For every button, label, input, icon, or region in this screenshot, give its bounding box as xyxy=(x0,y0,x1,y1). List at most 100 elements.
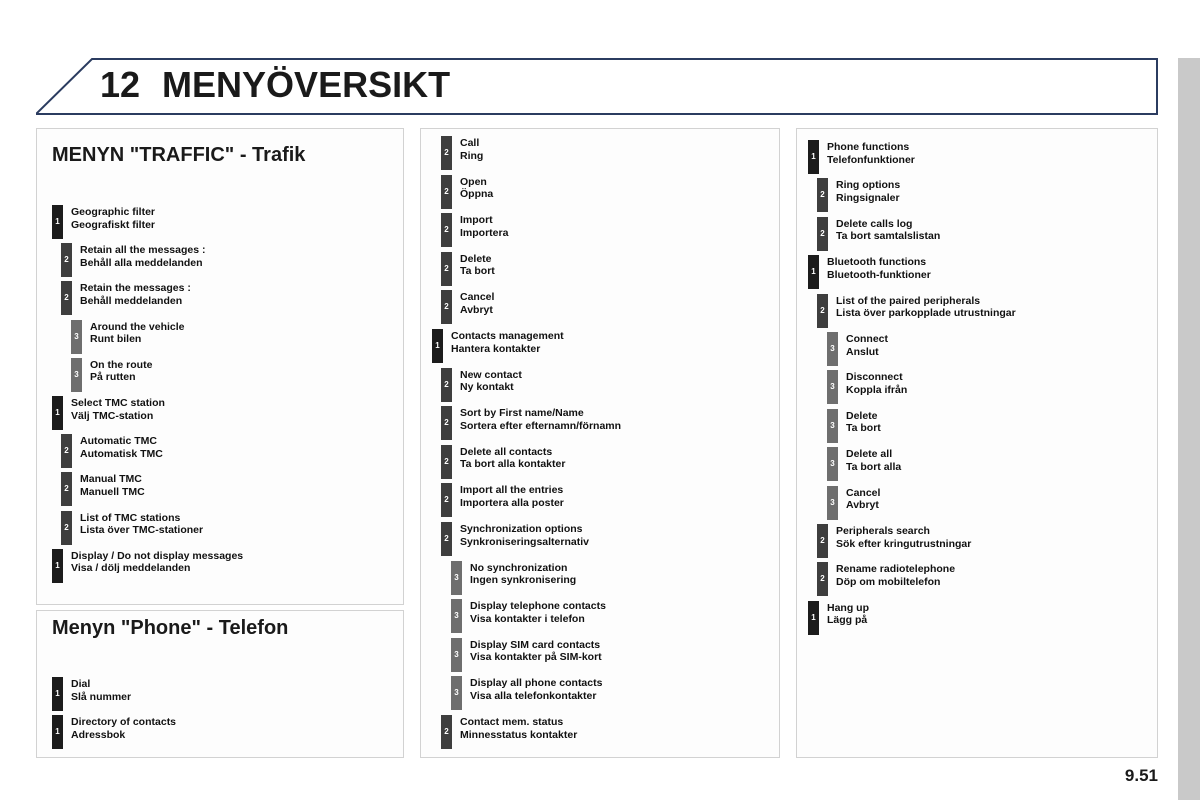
menu-item: 1 Bluetooth functions Bluetooth-funktioner xyxy=(808,255,931,290)
menu-item: 2 Automatic TMC Automatisk TMC xyxy=(61,434,163,469)
menu-item-label-en: Display telephone contacts xyxy=(470,600,606,613)
menu-item-labels: On the route På rutten xyxy=(90,358,152,384)
level-badge: 2 xyxy=(817,293,828,328)
menu-item-label-en: Display SIM card contacts xyxy=(470,638,601,651)
menu-item-label-sv: Manuell TMC xyxy=(80,485,145,498)
menu-item-label-en: Geographic filter xyxy=(71,206,156,218)
menu-item: 1 Display / Do not display messages Visa /… xyxy=(52,548,243,583)
menu-item-label-sv: Avbryt xyxy=(460,303,493,316)
menu-item-labels: New contact Ny kontakt xyxy=(460,368,522,394)
menu-item-label-sv: Ingen synkronisering xyxy=(470,574,577,587)
menu-item-label-en: Synchronization options xyxy=(460,523,583,535)
menu-item-labels: Manual TMC Manuell TMC xyxy=(80,472,145,498)
menu-item-label-sv: Sortera efter efternamn/förnamn xyxy=(460,419,622,432)
menu-item-label-sv: Öppna xyxy=(460,188,494,201)
menu-item: 3 No synchronization Ingen synkronisering xyxy=(451,560,576,595)
menu-item-label-en: Select TMC station xyxy=(71,397,165,409)
level-badge: 3 xyxy=(451,637,462,672)
menu-item-label-sv: Telefonfunktioner xyxy=(827,153,915,166)
menu-item: 2 Delete all contacts Ta bort alla kontakt… xyxy=(441,444,565,479)
menu-item-label-en: Import xyxy=(460,214,493,227)
level-badge: 1 xyxy=(52,715,63,749)
menu-item-label-sv: Ta bort xyxy=(846,422,881,435)
menu-item-label-sv: Importera alla poster xyxy=(460,496,564,509)
menu-item: 3 Delete all Ta bort alla xyxy=(827,447,901,482)
chapter-title-text: MENYÖVERSIKT xyxy=(162,64,451,105)
menu-item: 2 List of TMC stations Lista över TMC-stat… xyxy=(61,510,203,545)
menu-item-label-en: Peripherals search xyxy=(836,525,930,537)
menu-item-label-sv: Bluetooth-funktioner xyxy=(827,268,931,281)
menu-item-label-en: Display / Do not display messages xyxy=(71,549,244,562)
menu-item-labels: Contact mem. status Minnesstatus kontakte… xyxy=(460,715,577,741)
chapter-number: 12 xyxy=(100,64,141,105)
menu-item-labels: Display / Do not display messages Visa / … xyxy=(71,549,243,575)
level-badge: 1 xyxy=(808,255,819,290)
menu-item: 2 Open Öppna xyxy=(441,174,494,209)
menu-item-label-sv: Ring xyxy=(460,149,484,162)
menu-item-label-en: Directory of contacts xyxy=(71,716,177,728)
menu-item: 2 Manual TMC Manuell TMC xyxy=(61,472,145,507)
level-badge: 3 xyxy=(827,370,838,405)
level-badge: 1 xyxy=(52,548,63,583)
menu-item-labels: Call Ring xyxy=(460,136,483,162)
level-badge: 2 xyxy=(441,367,452,402)
menu-item-labels: Retain the messages : Behåll meddelanden xyxy=(80,281,191,307)
menu-item-labels: Delete Ta bort xyxy=(846,409,881,435)
menu-item: 2 Contact mem. status Minnesstatus kontakt… xyxy=(441,715,577,749)
menu-item-label-sv: Sök efter kringutrustningar xyxy=(836,537,972,550)
level-badge: 2 xyxy=(441,213,452,248)
menu-item-label-sv: Behåll meddelanden xyxy=(80,294,183,307)
menu-item-label-sv: Lista över TMC-stationer xyxy=(80,524,204,537)
menu-item-label-en: Automatic TMC xyxy=(80,435,157,448)
panel-traffic-title: MENYN "TRAFFIC" - Trafik xyxy=(52,144,306,166)
menu-item-label-sv: Runt bilen xyxy=(90,333,142,346)
menu-item-labels: Peripherals search Sök efter kringutrustn… xyxy=(836,524,971,550)
menu-item-labels: Display telephone contacts Visa kontakter… xyxy=(470,599,606,625)
level-badge: 3 xyxy=(71,319,82,354)
menu-item-labels: Bluetooth functions Bluetooth-funktioner xyxy=(827,255,931,281)
menu-item: 2 Import all the entries Importera alla po… xyxy=(441,483,564,518)
menu-item-label-sv: Lista över parkopplade utrustningar xyxy=(836,307,1016,320)
menu-item-label-sv: Ta bort xyxy=(460,265,495,278)
menu-item-labels: List of TMC stations Lista över TMC-stati… xyxy=(80,511,203,537)
menu-item-label-en: Delete calls log xyxy=(836,217,913,230)
menu-item-labels: Disconnect Koppla ifrån xyxy=(846,370,907,396)
menu-item-label-sv: Ringsignaler xyxy=(836,191,900,204)
menu-item-label-sv: Ta bort alla xyxy=(846,460,902,473)
menu-item-labels: Sort by First name/Name Sortera efter eft… xyxy=(460,406,621,432)
menu-item-label-sv: Minnesstatus kontakter xyxy=(460,728,578,741)
menu-item-label-en: Rename radiotelephone xyxy=(836,563,956,576)
menu-item-label-sv: Adressbok xyxy=(71,728,126,741)
menu-item: 3 Connect Anslut xyxy=(827,332,888,366)
menu-item-labels: Delete all Ta bort alla xyxy=(846,447,901,473)
menu-item-label-en: Cancel xyxy=(846,486,881,499)
menu-item-labels: Phone functions Telefonfunktioner xyxy=(827,140,915,166)
level-badge: 2 xyxy=(61,281,72,316)
level-badge: 2 xyxy=(441,522,452,556)
menu-item: 2 Delete calls log Ta bort samtalslistan xyxy=(817,216,940,251)
menu-item-label-en: Bluetooth functions xyxy=(827,256,927,269)
menu-item-label-en: Around the vehicle xyxy=(90,320,185,333)
menu-item-label-en: Manual TMC xyxy=(80,473,142,486)
menu-item: 1 Contacts management Hantera kontakter xyxy=(432,329,564,363)
menu-item-labels: Rename radiotelephone Döp om mobiltelefon xyxy=(836,562,955,588)
menu-item-label-sv: Anslut xyxy=(846,345,879,358)
menu-item-label-en: Connect xyxy=(846,333,888,345)
level-badge: 2 xyxy=(61,243,72,278)
menu-item-labels: No synchronization Ingen synkronisering xyxy=(470,561,576,587)
menu-item-label-en: Contact mem. status xyxy=(460,716,564,728)
menu-item-label-en: Delete all xyxy=(846,448,893,461)
level-badge: 3 xyxy=(827,408,838,443)
level-badge: 2 xyxy=(817,178,828,213)
menu-item-label-en: Import all the entries xyxy=(460,484,564,497)
menu-item-label-en: New contact xyxy=(460,368,522,381)
menu-item: 2 Delete Ta bort xyxy=(441,251,495,286)
menu-item-label-en: Open xyxy=(460,175,487,188)
menu-item-labels: Synchronization options Synkroniseringsal… xyxy=(460,522,589,548)
level-badge: 1 xyxy=(432,329,443,363)
menu-item: 2 Ring options Ringsignaler xyxy=(817,178,900,213)
level-badge: 2 xyxy=(441,290,452,325)
menu-item-label-sv: Automatisk TMC xyxy=(80,447,163,460)
menu-item-label-en: Delete xyxy=(846,409,878,422)
menu-item-label-sv: Visa kontakter på SIM-kort xyxy=(470,651,602,664)
